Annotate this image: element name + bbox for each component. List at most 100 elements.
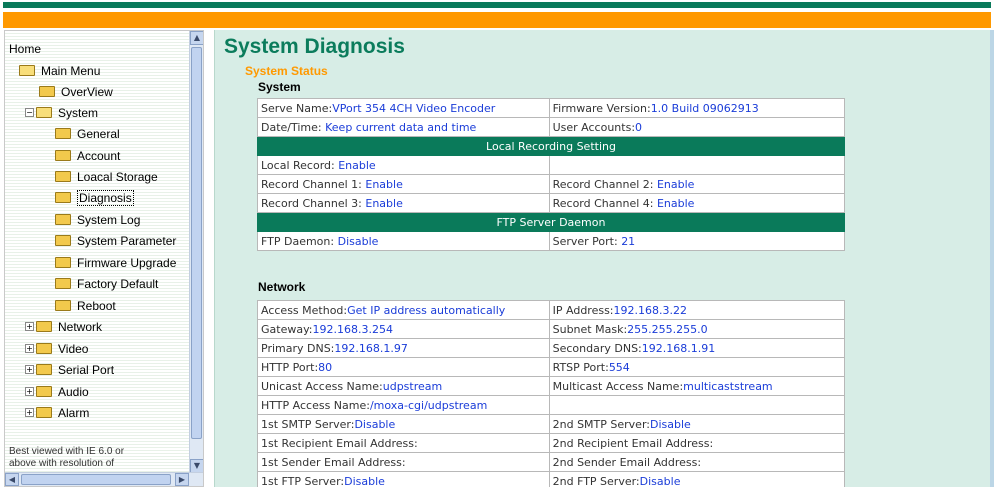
sidebar-item-reboot[interactable]: Reboot — [55, 296, 116, 316]
sidebar-item-label: Network — [58, 320, 103, 334]
field-label: Subnet Mask: — [552, 322, 628, 336]
expand-icon[interactable]: + — [25, 344, 34, 354]
network-table: Access Method:Get IP address automatical… — [257, 300, 846, 487]
field-label: 1st Recipient Email Address: — [261, 436, 418, 450]
browser-note-line: above with resolution of — [9, 458, 115, 469]
field-value: /moxa-cgi/udpstream — [369, 398, 488, 412]
scroll-thumb[interactable] — [21, 474, 171, 485]
field-label: 1st FTP Server: — [261, 474, 345, 487]
sidebar-horizontal-scrollbar[interactable]: ◀ ▶ — [5, 472, 203, 486]
sidebar-item-system-log[interactable]: System Log — [55, 210, 140, 230]
sidebar-item-video[interactable]: + Video — [25, 339, 88, 359]
sidebar-item-label: OverView — [61, 85, 113, 99]
table-row: 1st Recipient Email Address: 2nd Recipie… — [257, 433, 846, 453]
browser-note: Best viewed with IE 6.0 or above with re… — [9, 446, 189, 470]
field-value: Enable — [656, 196, 695, 210]
sidebar-item-home[interactable]: Home — [9, 39, 41, 59]
sidebar-item-factory-default[interactable]: Factory Default — [55, 274, 158, 294]
sidebar-item-overview[interactable]: OverView — [39, 82, 113, 102]
sidebar-item-audio[interactable]: + Audio — [25, 382, 89, 402]
sidebar-item-diagnosis[interactable]: Diagnosis — [55, 188, 134, 208]
table-cell: Record Channel 2: Enable — [548, 174, 846, 194]
table-cell: Unicast Access Name:udpstream — [257, 376, 550, 396]
table-row: Primary DNS:192.168.1.97 Secondary DNS:1… — [257, 338, 846, 358]
sidebar-item-loacal-storage[interactable]: Loacal Storage — [55, 167, 158, 187]
table-cell: Firmware Version:1.0 Build 09062913 — [548, 98, 846, 118]
top-orange-stripe — [3, 12, 991, 28]
folder-icon — [55, 278, 71, 290]
expand-icon[interactable]: + — [25, 322, 34, 332]
field-label: 1st SMTP Server: — [261, 417, 355, 431]
table-cell: Server Port: 21 — [548, 231, 846, 251]
field-value: Enable — [338, 158, 376, 172]
sidebar-item-label: Loacal Storage — [77, 170, 158, 184]
field-value: 0 — [635, 120, 643, 134]
field-value: Enable — [365, 196, 403, 210]
table-row: 1st SMTP Server: Disable 2nd SMTP Server:… — [257, 414, 846, 434]
sidebar-item-main-menu[interactable]: Main Menu — [19, 61, 100, 81]
scroll-up-icon[interactable]: ▲ — [190, 31, 203, 45]
field-value: 192.168.1.97 — [334, 341, 408, 355]
field-label: Record Channel 1: — [261, 177, 366, 191]
table-cell: IP Address:192.168.3.22 — [548, 300, 846, 320]
table-row: HTTP Port:80 RTSP Port:554 — [257, 357, 846, 377]
field-label: IP Address: — [552, 303, 614, 317]
table-cell: Multicast Access Name:multicaststream — [548, 376, 846, 396]
scroll-right-icon[interactable]: ▶ — [175, 473, 189, 486]
field-value: 192.168.3.22 — [613, 303, 687, 317]
table-row: 1st FTP Server:Disable 2nd FTP Server:Di… — [257, 471, 846, 487]
main-vertical-scrollbar[interactable] — [990, 30, 994, 487]
field-label: HTTP Port: — [261, 360, 319, 374]
field-label: Record Channel 3: — [261, 196, 366, 210]
sidebar-item-network[interactable]: + Network — [25, 317, 102, 337]
table-cell: 2nd Recipient Email Address: — [548, 433, 846, 453]
field-label: 2nd FTP Server: — [552, 474, 640, 487]
table-cell — [548, 395, 846, 415]
sidebar-item-label: Main Menu — [41, 64, 101, 78]
table-cell: Gateway:192.168.3.254 — [257, 319, 550, 339]
folder-icon — [36, 364, 52, 376]
expand-icon[interactable]: + — [25, 408, 34, 418]
table-cell: 1st Recipient Email Address: — [257, 433, 550, 453]
sidebar-item-label: Reboot — [77, 299, 116, 313]
sidebar-item-serial-port[interactable]: + Serial Port — [25, 360, 114, 380]
field-label: Unicast Access Name: — [261, 379, 383, 393]
folder-icon — [39, 86, 55, 98]
section-title: System Status — [245, 64, 328, 78]
field-label: FTP Daemon: — [261, 234, 338, 248]
sidebar-item-label: Audio — [58, 385, 89, 399]
sidebar-item-firmware-upgrade[interactable]: Firmware Upgrade — [55, 253, 176, 273]
sidebar-item-general[interactable]: General — [55, 124, 120, 144]
field-value: Keep current data and time — [325, 120, 477, 134]
field-label: Date/Time: — [261, 120, 326, 134]
field-label: Record Channel 2: — [552, 177, 657, 191]
scroll-thumb[interactable] — [191, 47, 202, 439]
field-value: Disable — [639, 474, 681, 487]
field-label: Local Record: — [261, 158, 339, 172]
folder-open-icon — [36, 107, 52, 119]
field-value: Disable — [649, 417, 691, 431]
scroll-down-icon[interactable]: ▼ — [190, 459, 203, 473]
field-value: VPort 354 4CH Video Encoder — [332, 101, 496, 115]
expand-icon[interactable]: + — [25, 387, 34, 397]
table-row: HTTP Access Name:/moxa-cgi/udpstream — [257, 395, 846, 415]
sidebar-item-label: System Log — [77, 213, 141, 227]
expand-icon[interactable]: + — [25, 365, 34, 375]
sidebar-item-label: System Parameter — [77, 234, 177, 248]
folder-icon — [36, 321, 52, 333]
field-value: 1.0 Build 09062913 — [650, 101, 759, 115]
table-cell: FTP Daemon: Disable — [257, 231, 550, 251]
sidebar-item-system-parameter[interactable]: System Parameter — [55, 231, 176, 251]
collapse-icon[interactable]: − — [25, 108, 34, 118]
table-cell: 2nd SMTP Server:Disable — [548, 414, 846, 434]
sidebar-item-label: Serial Port — [58, 363, 115, 377]
scroll-left-icon[interactable]: ◀ — [5, 473, 19, 486]
field-label: Server Port: — [552, 234, 622, 248]
sidebar-item-system[interactable]: − System — [25, 103, 98, 123]
sidebar-item-account[interactable]: Account — [55, 146, 120, 166]
sidebar-item-alarm[interactable]: + Alarm — [25, 403, 89, 423]
field-label: Record Channel 4: — [552, 196, 657, 210]
page-title: System Diagnosis — [224, 35, 405, 58]
table-cell: 2nd Sender Email Address: — [548, 452, 846, 472]
sidebar-vertical-scrollbar[interactable]: ▲ ▼ — [189, 31, 203, 473]
